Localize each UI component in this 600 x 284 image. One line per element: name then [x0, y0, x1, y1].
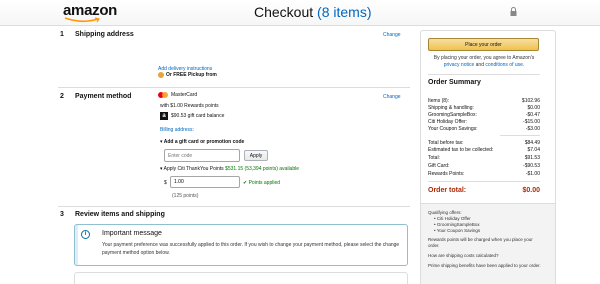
summary-row: Citi Holiday Offer: -$15.00 [428, 119, 540, 125]
mastercard-icon [158, 92, 168, 98]
summary-row: Estimated tax to be collected: $7.04 [428, 147, 540, 153]
order-total-label: Order total: [428, 187, 467, 194]
summary-row-value: -$1.00 [525, 171, 540, 177]
review-items-box [74, 272, 408, 284]
section-divider [58, 206, 410, 207]
order-summary-title: Order Summary [428, 79, 481, 86]
points-amount-input[interactable] [170, 176, 240, 188]
amazon-gift-card-icon: a [160, 112, 168, 120]
payment-card: MasterCard [158, 92, 197, 98]
page-title-text: Checkout [254, 4, 314, 20]
rewards-note: Rewards points will be charged when you … [428, 237, 533, 248]
important-message-title: Important message [102, 230, 162, 237]
summary-row: Total: $91.53 [428, 155, 540, 161]
summary-row-value: $84.49 [524, 140, 540, 146]
points-applied-status: ✔ Points applied [243, 180, 280, 186]
promo-code-toggle[interactable]: ▾ Add a gift card or promotion code [160, 139, 244, 145]
summary-row-value: -$90.53 [523, 163, 540, 169]
promo-title-text: Add a gift card or promotion code [163, 139, 245, 145]
offer-item: • Citi Holiday Offer [434, 216, 471, 221]
points-count: (125 points) [172, 193, 199, 199]
summary-row: Gift Card: -$90.53 [428, 163, 540, 169]
summary-row: Rewards Points: -$1.00 [428, 171, 540, 177]
place-order-button[interactable]: Place your order [428, 38, 539, 51]
summary-row-value: -$15.00 [523, 119, 540, 125]
points-applied-text: Points applied [248, 180, 281, 186]
item-count-link[interactable]: (8 items) [317, 4, 371, 20]
order-total: Order total: $0.00 [428, 187, 540, 194]
citi-points-line: ▾ Apply Citi ThankYou Points $531.15 (53… [160, 166, 299, 172]
summary-row: Your Coupon Savings: -$3.00 [428, 126, 540, 132]
shipping-change-link[interactable]: Change [383, 32, 401, 38]
summary-row: Total before tax: $84.49 [428, 140, 540, 146]
agreement-text: By placing your order, you agree to Amaz… [433, 55, 535, 68]
promo-code-input[interactable] [164, 149, 240, 162]
summary-row-value: $102.96 [521, 98, 540, 104]
summary-row-label: Gift Card: [428, 163, 450, 169]
order-total-value: $0.00 [522, 187, 540, 194]
important-message-text: Your payment preference was successfully… [102, 242, 400, 256]
dollar-sign: $ [164, 180, 167, 186]
amazon-smile-icon [64, 17, 100, 23]
page-title: Checkout (8 items) [254, 4, 372, 20]
summary-divider [428, 74, 540, 75]
payment-step-number: 2 [60, 93, 64, 100]
payment-section-title: Payment method [75, 93, 132, 100]
offer-item: • Your Coupon Savings [434, 228, 481, 233]
card-name: MasterCard [171, 92, 198, 98]
offer-item-label: Your Coupon Savings [436, 228, 481, 233]
pickup-label: Or FREE Pickup from [166, 72, 217, 78]
apply-promo-button[interactable]: Apply [244, 150, 268, 161]
offer-item-label: GroomingSampleBox [436, 222, 480, 227]
important-message-box: i Important message Your payment prefere… [74, 224, 408, 266]
summary-row-label: GroomingSampleBox: [428, 112, 477, 118]
summary-row: Items (8): $102.96 [428, 98, 540, 104]
privacy-notice-link[interactable]: privacy notice [444, 62, 475, 68]
summary-divider [428, 181, 540, 182]
offer-item-label: Citi Holiday Offer [436, 216, 471, 221]
summary-row-label: Estimated tax to be collected: [428, 147, 494, 153]
summary-row: GroomingSampleBox: -$0.47 [428, 112, 540, 118]
summary-row-label: Items (8): [428, 98, 450, 104]
citi-points-available: $531.15 (53,394 points) available [225, 166, 300, 172]
pickup-location-icon [158, 72, 164, 78]
agreement-prefix: By placing your order, you agree to Amaz… [433, 55, 535, 61]
summary-row-label: Total: [428, 155, 440, 161]
gift-card-balance: a $90.53 gift card balance [160, 112, 224, 120]
summary-row-label: Shipping & handling: [428, 105, 474, 111]
conditions-of-use-link[interactable]: conditions of use [485, 62, 523, 68]
shipping-step-number: 1 [60, 31, 64, 38]
summary-row-value: -$0.47 [525, 112, 540, 118]
info-icon: i [81, 230, 90, 239]
payment-change-link[interactable]: Change [383, 94, 401, 100]
summary-divider [500, 135, 540, 136]
prime-note: Prime shipping benefits have been applie… [428, 263, 541, 268]
summary-row-label: Citi Holiday Offer: [428, 119, 468, 125]
citi-points-prefix: Apply Citi ThankYou Points [163, 166, 226, 172]
billing-address-link[interactable]: Billing address: [160, 127, 194, 133]
shipping-costs-link[interactable]: How are shipping costs calculated? [428, 253, 542, 259]
review-section-title: Review items and shipping [75, 211, 165, 218]
summary-row-label: Your Coupon Savings: [428, 126, 478, 132]
summary-row-value: -$3.00 [525, 126, 540, 132]
rewards-points-text: with $1.00 Rewards points [160, 103, 219, 109]
shipping-section-title: Shipping address [75, 31, 134, 38]
free-pickup-option[interactable]: Or FREE Pickup from [158, 72, 217, 78]
offer-item: • GroomingSampleBox [434, 222, 480, 227]
checkout-header: amazon Checkout (8 items) [0, 0, 600, 26]
summary-row-label: Rewards Points: [428, 171, 465, 177]
summary-row-value: $7.04 [527, 147, 540, 153]
summary-row: Shipping & handling: $0.00 [428, 105, 540, 111]
section-divider [58, 87, 410, 88]
summary-row-value: $0.00 [527, 105, 540, 111]
summary-row-value: $91.53 [524, 155, 540, 161]
gift-card-balance-text: $90.53 gift card balance [171, 113, 225, 119]
review-step-number: 3 [60, 211, 64, 218]
lock-icon [510, 7, 517, 16]
summary-row-label: Total before tax: [428, 140, 464, 146]
agreement-and: and [474, 62, 486, 68]
